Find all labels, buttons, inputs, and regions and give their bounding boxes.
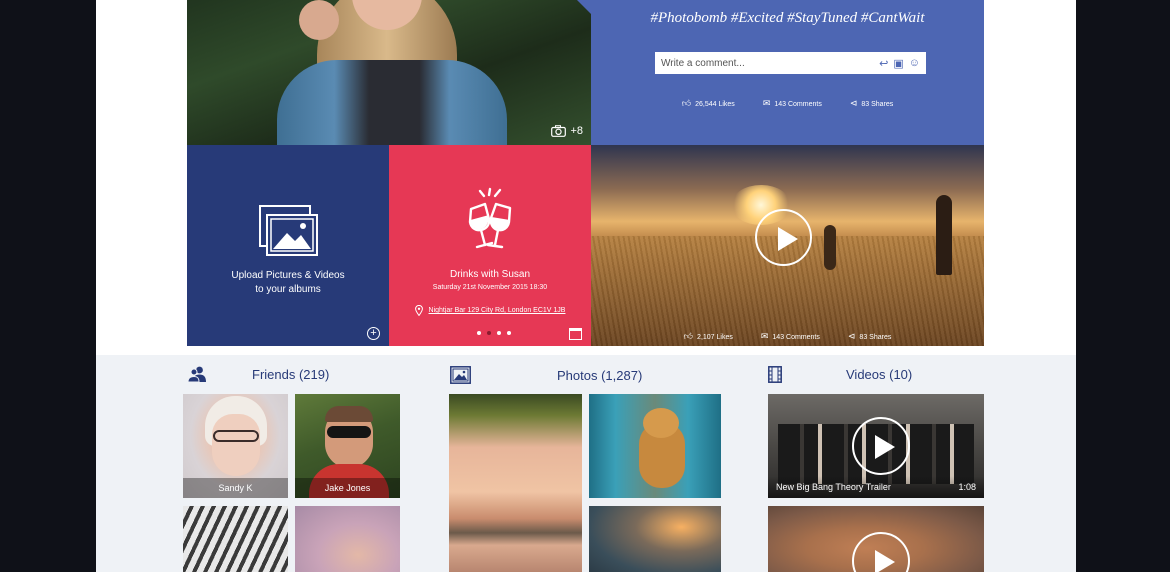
friends-title: Friends (219) xyxy=(252,366,330,382)
friends-icon xyxy=(188,366,206,382)
photo-count-label: +8 xyxy=(570,125,583,137)
upload-line-2: to your albums xyxy=(255,284,321,295)
share-icon: ⊲ xyxy=(849,98,858,108)
event-address-link[interactable]: Nightjar Bar 129 City Rd, London EC1V 1J… xyxy=(429,307,566,314)
photo-thumb[interactable] xyxy=(589,506,721,572)
video-card[interactable]: New Big Bang Theory Trailer 1:08 xyxy=(768,394,984,498)
event-date: Saturday 21st November 2015 18:30 xyxy=(432,284,548,291)
thumbs-up-icon: 👍︎ xyxy=(681,98,692,108)
carousel-dot[interactable] xyxy=(497,331,501,335)
featured-photo[interactable]: +8 xyxy=(187,0,591,145)
comments-stat[interactable]: ✉ 143 Comments xyxy=(763,98,822,109)
video-card[interactable] xyxy=(768,506,984,572)
videos-header[interactable]: Videos (10) xyxy=(768,366,912,383)
reply-icon[interactable]: ↩ xyxy=(879,57,888,70)
video-duration: 1:08 xyxy=(958,482,976,492)
media-sections: Friends (219) Sandy K Jake Jones Photos … xyxy=(96,355,1076,572)
video-post-tile[interactable]: 👍︎ 2,107 Likes ✉ 143 Comments ⊲ 83 Shares xyxy=(591,145,984,346)
emoji-icon[interactable]: ☺ xyxy=(909,57,920,69)
friend-card[interactable] xyxy=(295,506,400,572)
film-icon xyxy=(768,366,782,383)
friend-name: Sandy K xyxy=(183,478,288,498)
friend-card[interactable]: Jake Jones xyxy=(295,394,400,498)
share-icon: ⊲ xyxy=(847,331,856,341)
photos-title: Photos (1,287) xyxy=(557,367,643,383)
carousel-dots xyxy=(477,331,511,335)
event-location: Nightjar Bar 129 City Rd, London EC1V 1J… xyxy=(389,305,591,316)
post-panel: #Photobomb #Excited #StayTuned #CantWait… xyxy=(577,0,984,145)
image-icon xyxy=(450,366,471,384)
play-icon[interactable] xyxy=(755,209,812,266)
carousel-dot[interactable] xyxy=(507,331,511,335)
video-post-stats: 👍︎ 2,107 Likes ✉ 143 Comments ⊲ 83 Shares xyxy=(591,331,984,342)
carousel-dot[interactable] xyxy=(487,331,491,335)
photo-thumb[interactable] xyxy=(449,394,582,572)
camera-icon xyxy=(551,125,567,137)
video-title: New Big Bang Theory Trailer xyxy=(776,482,891,492)
cheers-glasses-icon xyxy=(468,187,512,249)
friends-header[interactable]: Friends (219) xyxy=(188,366,329,382)
map-pin-icon xyxy=(414,305,423,316)
shares-stat[interactable]: ⊲ 83 Shares xyxy=(850,98,893,109)
photos-header[interactable]: Photos (1,287) xyxy=(450,366,642,384)
thumbs-up-icon: 👍︎ xyxy=(683,331,694,341)
photo-count[interactable]: +8 xyxy=(551,125,583,137)
play-icon[interactable] xyxy=(852,417,910,475)
speech-bubble-icon: ✉ xyxy=(760,331,769,341)
friend-card[interactable]: Sandy K xyxy=(183,394,288,498)
post-hashtags: #Photobomb #Excited #StayTuned #CantWait xyxy=(650,10,925,26)
comment-input[interactable] xyxy=(661,57,875,69)
friend-card[interactable] xyxy=(183,506,288,572)
photo-thumb[interactable] xyxy=(589,394,721,498)
likes-stat[interactable]: 👍︎ 26,544 Likes xyxy=(682,98,735,109)
comment-box: ↩ ▣ ☺ xyxy=(655,52,926,74)
upload-tile[interactable]: Upload Pictures & Videos to your albums … xyxy=(187,145,389,346)
friend-name: Jake Jones xyxy=(295,478,400,498)
shares-stat[interactable]: ⊲ 83 Shares xyxy=(848,331,891,342)
likes-stat[interactable]: 👍︎ 2,107 Likes xyxy=(684,331,733,342)
play-icon[interactable] xyxy=(852,532,910,572)
calendar-icon[interactable] xyxy=(569,328,582,340)
image-icon xyxy=(259,205,318,256)
comments-stat[interactable]: ✉ 143 Comments xyxy=(761,331,820,342)
upload-line-1: Upload Pictures & Videos xyxy=(231,270,345,281)
camera-icon[interactable]: ▣ xyxy=(893,57,903,70)
event-tile[interactable]: Drinks with Susan Saturday 21st November… xyxy=(389,145,591,346)
videos-title: Videos (10) xyxy=(846,367,913,382)
post-stats: 👍︎ 26,544 Likes ✉ 143 Comments ⊲ 83 Shares xyxy=(591,98,984,109)
profile-page: +8 #Photobomb #Excited #StayTuned #CantW… xyxy=(96,0,1076,572)
speech-bubble-icon: ✉ xyxy=(762,98,771,108)
event-title: Drinks with Susan xyxy=(449,269,531,280)
add-icon[interactable]: + xyxy=(367,327,380,340)
carousel-dot[interactable] xyxy=(477,331,481,335)
